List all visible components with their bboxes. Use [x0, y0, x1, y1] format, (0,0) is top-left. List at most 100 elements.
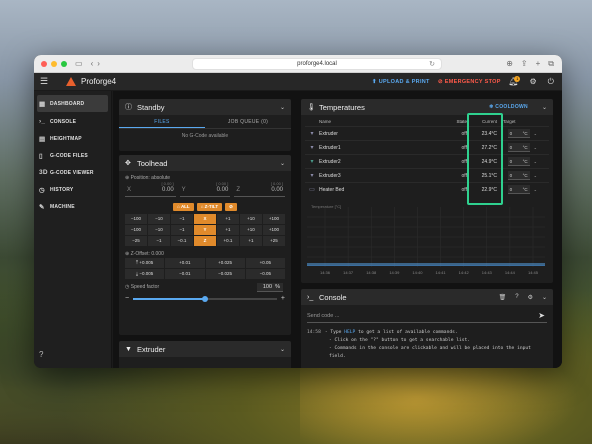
chevron-down-icon[interactable]: ⌄ [280, 346, 285, 353]
jog-x-minus-1[interactable]: −1 [171, 214, 193, 224]
jog-x-minus-100[interactable]: −100 [125, 214, 147, 224]
chevron-down-icon[interactable]: ⌄ [534, 173, 537, 178]
x-position-field[interactable]: X [ 0.00 ] 0.00 [125, 181, 176, 197]
notifications-button[interactable]: 🔔︎ 1 [508, 73, 521, 91]
jog-y-minus-100[interactable]: −100 [125, 225, 147, 235]
heater-name[interactable]: Extruder2 [319, 159, 441, 165]
chevron-down-icon[interactable]: ⌄ [542, 104, 547, 111]
new-tab-icon[interactable]: + [536, 55, 541, 73]
zoom-window-button[interactable] [61, 60, 67, 67]
cooldown-button[interactable]: ❄ COOLDOWN [489, 104, 528, 110]
jog-z-plus-25[interactable]: +25 [263, 236, 285, 246]
settings-gear-icon[interactable]: ⚙ [530, 73, 537, 91]
power-icon[interactable]: ⏻ [548, 73, 554, 91]
jog-z-minus-0.1[interactable]: −0.1 [171, 236, 193, 246]
jog-z-plus-0.1[interactable]: +0.1 [217, 236, 239, 246]
z-offset-button[interactable]: −0.05 [245, 269, 285, 279]
help-icon[interactable]: ? [39, 350, 43, 359]
download-icon[interactable]: ⊕ [506, 55, 513, 73]
speed-factor-input[interactable]: 100 % [257, 283, 283, 292]
sidebar-toggle-icon[interactable]: ▭ [75, 55, 83, 73]
jog-x-plus-10[interactable]: +10 [240, 214, 262, 224]
jog-x-plus-100[interactable]: +100 [263, 214, 285, 224]
heater-name[interactable]: Extruder3 [319, 173, 441, 179]
speed-increase-button[interactable]: + [281, 295, 285, 302]
chevron-down-icon[interactable]: ⌄ [280, 160, 285, 167]
heater-name[interactable]: Extruder1 [319, 145, 441, 151]
home-y-button[interactable]: Y [194, 225, 216, 235]
z-offset-button[interactable]: ⤓ −0.005 [125, 269, 165, 279]
hamburger-menu-icon[interactable]: ☰ [40, 76, 54, 87]
back-icon[interactable]: ‹ [91, 55, 94, 73]
sidebar-item-history[interactable]: ◷ HISTORY [34, 181, 111, 198]
chevron-down-icon[interactable]: ⌄ [280, 104, 285, 111]
target-input[interactable]: 0 °C [507, 157, 530, 166]
sidebar-item-heightmap[interactable]: ▤ HEIGHTMAP [34, 130, 111, 147]
minimize-window-button[interactable] [51, 60, 57, 67]
sidebar: ▦ DASHBOARD ›_ CONSOLE ▤ HEIGHTMAP ▯ G-C… [34, 91, 112, 368]
z-offset-button[interactable]: ⤒ +0.005 [125, 258, 165, 268]
reload-icon[interactable]: ↻ [429, 59, 435, 70]
jog-y-minus-10[interactable]: −10 [148, 225, 170, 235]
tab-overview-icon[interactable]: ⧉ [548, 55, 554, 73]
send-icon[interactable]: ➤ [538, 309, 545, 323]
jog-y-plus-100[interactable]: +100 [263, 225, 285, 235]
motors-off-button[interactable]: ⊘ [225, 203, 237, 211]
files-empty-message: No G-Code available [181, 133, 229, 139]
trash-icon[interactable]: 🗑︎ [499, 294, 507, 301]
console-time: 14:58 [307, 330, 321, 335]
emergency-stop-button[interactable]: ⊘ EMERGENCY STOP [438, 73, 501, 91]
chevron-down-icon[interactable]: ⌄ [534, 159, 537, 164]
tab-files[interactable]: FILES [119, 115, 205, 128]
upload-print-button[interactable]: ⬆ UPLOAD & PRINT [372, 73, 430, 91]
z-offset-button[interactable]: −0.025 [205, 269, 245, 279]
chevron-down-icon[interactable]: ⌄ [534, 131, 537, 136]
heater-name[interactable]: Extruder [319, 131, 441, 137]
jog-z-minus-25[interactable]: −25 [125, 236, 147, 246]
target-input[interactable]: 0 °C [507, 171, 530, 180]
jog-z-plus-1[interactable]: +1 [240, 236, 262, 246]
axis-label: Z [236, 187, 241, 193]
address-bar[interactable]: proforge4.local ↻ [192, 58, 442, 70]
z-offset-button[interactable]: +0.05 [245, 258, 285, 268]
share-icon[interactable]: ⇪ [521, 55, 528, 73]
home-z-button[interactable]: Z [194, 236, 216, 246]
jog-x-minus-10[interactable]: −10 [148, 214, 170, 224]
z-offset-controls: ⤒ +0.005 +0.01 +0.025 +0.05 ⤓ −0.005 −0.… [119, 258, 291, 279]
z-position-field[interactable]: Z [ 0.00 ] 0.00 [234, 181, 286, 197]
speed-slider-handle[interactable] [202, 296, 208, 302]
z-offset-button[interactable]: +0.01 [165, 258, 205, 268]
home-all-button[interactable]: ⌂ ALL [173, 203, 194, 211]
console-command-link[interactable]: HELP [344, 330, 355, 335]
sidebar-item-console[interactable]: ›_ CONSOLE [34, 113, 111, 130]
console-input[interactable]: Send code ... ➤ [307, 309, 547, 323]
sidebar-item-gcode-viewer[interactable]: 3D G-CODE VIEWER [34, 164, 111, 181]
close-window-button[interactable] [41, 60, 47, 67]
tab-job-queue[interactable]: JOB QUEUE (0) [205, 115, 291, 128]
y-position-field[interactable]: Y [ 0.00 ] 0.00 [179, 181, 231, 197]
forward-icon[interactable]: › [97, 55, 100, 73]
home-x-button[interactable]: X [194, 214, 216, 224]
settings-gear-icon[interactable]: ⚙ [528, 294, 533, 301]
z-offset-button[interactable]: −0.01 [165, 269, 205, 279]
sidebar-item-machine[interactable]: ✎ MACHINE [34, 198, 111, 215]
chevron-down-icon[interactable]: ⌄ [534, 187, 537, 192]
target-input[interactable]: 0 °C [507, 185, 530, 194]
jog-y-minus-1[interactable]: −1 [171, 225, 193, 235]
z-tilt-button[interactable]: ⌂ Z-TILT [196, 203, 223, 211]
help-icon[interactable]: ? [515, 294, 518, 301]
target-input[interactable]: 0 °C [507, 143, 530, 152]
jog-z-minus-1[interactable]: −1 [148, 236, 170, 246]
target-input[interactable]: 0 °C [507, 129, 530, 138]
sidebar-item-gcode-files[interactable]: ▯ G-CODE FILES [34, 147, 111, 164]
sidebar-item-dashboard[interactable]: ▦ DASHBOARD [37, 95, 108, 112]
chevron-down-icon[interactable]: ⌄ [534, 145, 537, 150]
jog-y-plus-1[interactable]: +1 [217, 225, 239, 235]
z-offset-button[interactable]: +0.025 [205, 258, 245, 268]
speed-decrease-button[interactable]: − [125, 295, 129, 302]
chevron-down-icon[interactable]: ⌄ [542, 294, 547, 301]
jog-y-plus-10[interactable]: +10 [240, 225, 262, 235]
speed-slider[interactable] [133, 296, 277, 302]
jog-x-plus-1[interactable]: +1 [217, 214, 239, 224]
heater-name[interactable]: Heater Bed [319, 187, 441, 193]
